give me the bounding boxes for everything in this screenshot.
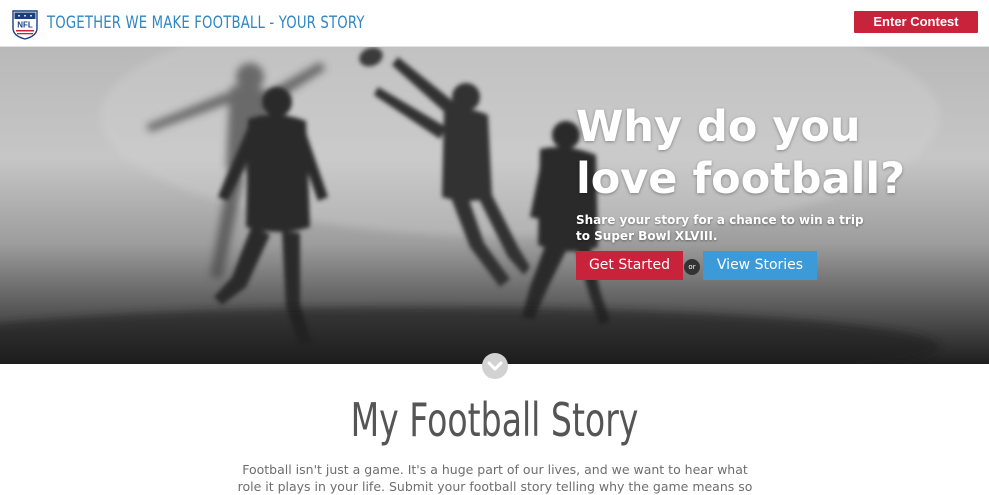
enter-contest-button[interactable]: Enter Contest xyxy=(854,11,978,33)
hero-subheadline: Share your story for a chance to win a t… xyxy=(576,213,864,243)
site-header: NFL TOGETHER WE MAKE FOOTBALL - YOUR STO… xyxy=(0,0,989,47)
scroll-down-button[interactable] xyxy=(482,353,508,379)
hero-headline: Why do you love football? xyxy=(576,102,906,204)
hero-banner: Why do you love football? Share your sto… xyxy=(0,47,989,364)
hero-background-image xyxy=(0,47,940,364)
or-divider: or xyxy=(684,259,700,275)
get-started-button[interactable]: Get Started xyxy=(576,251,683,280)
section-body: Football isn't just a game. It's a huge … xyxy=(237,462,753,494)
logo-text: NFL xyxy=(17,21,33,30)
nfl-shield-logo[interactable]: NFL xyxy=(12,8,38,40)
section-title: My Football Story xyxy=(350,393,639,447)
view-stories-button[interactable]: View Stories xyxy=(703,251,817,280)
chevron-down-icon xyxy=(487,361,503,371)
site-title[interactable]: TOGETHER WE MAKE FOOTBALL - YOUR STORY xyxy=(47,13,365,33)
